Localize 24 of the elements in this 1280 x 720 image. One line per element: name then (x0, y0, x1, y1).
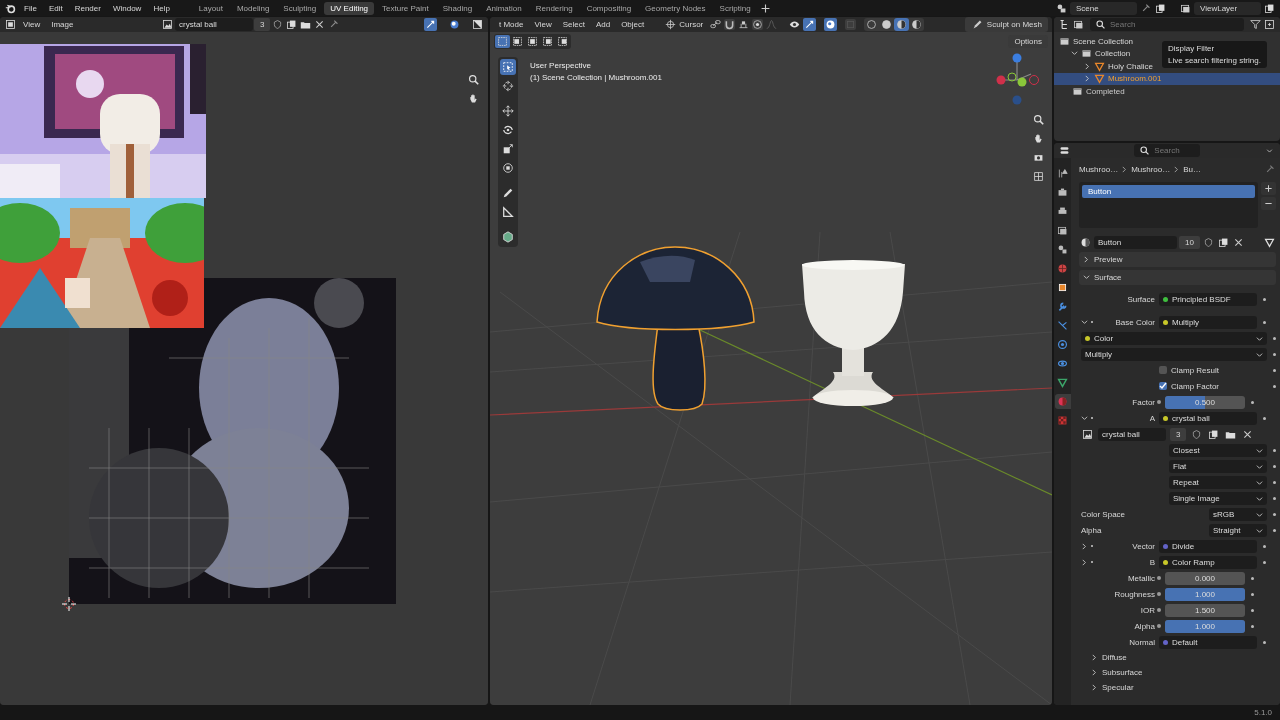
version-label: 5.1.0 (1254, 708, 1272, 717)
tooltip-title: Display Filter (1168, 44, 1216, 53)
socket-value: Multiply (1172, 317, 1200, 327)
property-label: Metallic (1126, 573, 1155, 583)
property-label: Normal (1128, 637, 1155, 647)
property-label: Vector (1131, 541, 1155, 551)
property-label: Color Space (1081, 509, 1126, 519)
property-label: Alpha (1081, 525, 1102, 535)
property-label: B (1148, 557, 1155, 567)
socket-value: Divide (1172, 541, 1195, 551)
view-name: User Perspective (530, 61, 592, 70)
property-label: Roughness (1113, 589, 1155, 599)
context-label: (1) Scene Collection | Mushroom.001 (530, 73, 662, 82)
socket-value: Default (1172, 637, 1198, 647)
property-label: A (1148, 413, 1155, 423)
property-label: Alpha (1133, 621, 1155, 631)
property-label: Factor (1131, 397, 1155, 407)
socket-value: crystal ball (1172, 413, 1210, 423)
property-label: Surface (1126, 294, 1155, 304)
property-label: Base Color (1114, 317, 1155, 327)
tooltip-text: Live search filtering string. (1168, 56, 1261, 65)
socket-value: Principled BSDF (1172, 294, 1231, 304)
property-label: IOR (1139, 605, 1155, 615)
socket-value: Color Ramp (1172, 557, 1215, 567)
